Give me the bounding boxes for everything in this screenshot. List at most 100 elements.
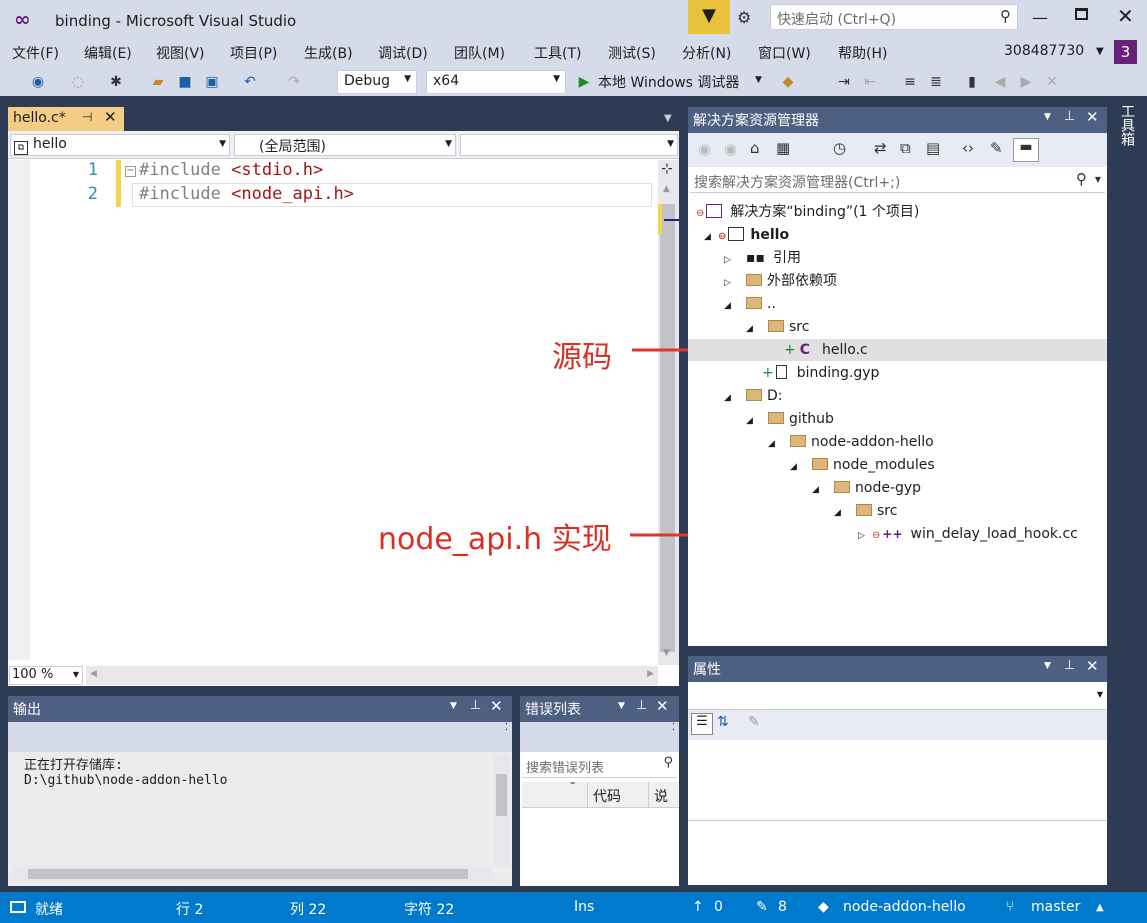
tree-addon[interactable]: ◢ node-addon-hello: [768, 431, 934, 453]
menu-debug[interactable]: 调试(D): [378, 43, 428, 63]
toolbox-side-tab[interactable]: 工具箱: [1117, 104, 1135, 146]
tree-project[interactable]: ◢ ⊖ hello: [704, 224, 789, 246]
tree-references[interactable]: ▷ ▪▪ 引用: [724, 247, 801, 269]
minimize-button[interactable]: —: [1032, 8, 1048, 27]
status-repo[interactable]: node-addon-hello: [843, 899, 966, 915]
scroll-thumb[interactable]: [660, 204, 675, 652]
scope-right-select[interactable]: ▼: [460, 134, 678, 156]
close-button[interactable]: ✕: [1117, 4, 1134, 28]
close-icon[interactable]: ✕: [1086, 657, 1099, 675]
properties-object-select[interactable]: ▼: [688, 682, 1107, 710]
attach-icon[interactable]: ◆: [778, 72, 798, 92]
close-tab-icon[interactable]: ✕: [104, 108, 117, 126]
tree-node-gyp[interactable]: ◢ node-gyp: [812, 477, 921, 499]
categorized-icon[interactable]: ☰: [691, 713, 713, 735]
forward-icon[interactable]: ◌: [68, 72, 88, 92]
collapse-all-icon[interactable]: ⧉: [900, 139, 911, 157]
error-search-input[interactable]: 搜索错误列表 ⚲: [522, 754, 677, 778]
switch-view-icon[interactable]: ▦: [776, 139, 790, 157]
split-icon[interactable]: ⊹: [661, 161, 673, 177]
quick-launch-input[interactable]: 快速启动 (Ctrl+Q) ⚲: [770, 4, 1018, 30]
preview-icon[interactable]: ▬: [1013, 138, 1039, 162]
save-icon[interactable]: ■: [175, 72, 195, 92]
menu-team[interactable]: 团队(M): [454, 43, 505, 63]
menu-window[interactable]: 窗口(W): [758, 43, 811, 63]
save-all-icon[interactable]: ▣: [202, 72, 222, 92]
scope-left-select[interactable]: ⧉ hello ▼: [10, 134, 230, 156]
output-hscroll[interactable]: [12, 866, 492, 882]
editor-tab[interactable]: hello.c* ⊣ ✕: [8, 107, 124, 131]
vertical-scrollbar[interactable]: ⊹ ▲ ▼: [658, 160, 679, 665]
chevron-down-icon[interactable]: ▼: [1044, 661, 1051, 671]
history-icon[interactable]: ◷: [833, 139, 846, 157]
scroll-up-icon[interactable]: ▲: [663, 184, 670, 194]
menu-analyze[interactable]: 分析(N): [682, 43, 731, 63]
code-line-2[interactable]: #include <node_api.h>: [132, 183, 652, 207]
close-icon[interactable]: ✕: [656, 697, 669, 715]
overflow-icon[interactable]: ⁚: [505, 722, 508, 733]
filter-icon[interactable]: ▼: [688, 0, 730, 34]
comment-icon[interactable]: ≡: [900, 72, 920, 92]
back-icon[interactable]: ◉: [28, 72, 48, 92]
property-pages-icon[interactable]: ✎: [748, 714, 760, 730]
chevron-down-icon[interactable]: ▼: [1044, 112, 1051, 122]
clear-bookmark-icon[interactable]: ✕: [1042, 72, 1062, 92]
branch-icon[interactable]: ⑂: [1006, 899, 1014, 915]
account-name[interactable]: 308487730: [1004, 43, 1084, 59]
sort-icon[interactable]: ⇅: [717, 714, 729, 730]
chevron-down-icon[interactable]: ▼: [450, 701, 457, 711]
tree-hook-cc[interactable]: ▷ ⊖ ++ win_delay_load_hook.cc: [858, 523, 1078, 545]
solution-search-input[interactable]: 搜索解决方案资源管理器(Ctrl+;) ⚲ ▼: [690, 169, 1105, 193]
menu-edit[interactable]: 编辑(E): [84, 43, 132, 63]
pin-icon[interactable]: ⊣: [82, 110, 92, 124]
tree-hello-c[interactable]: + Chello.c: [784, 339, 868, 361]
repo-icon[interactable]: ◆: [818, 899, 829, 915]
redo-icon[interactable]: ↷: [284, 72, 304, 92]
scroll-right-icon[interactable]: ▶: [647, 669, 654, 679]
config-select[interactable]: Debug ▼: [337, 70, 417, 94]
col-code[interactable]: 代码: [587, 782, 626, 808]
platform-select[interactable]: x64 ▼: [426, 70, 566, 94]
step-icon[interactable]: ⇥: [834, 72, 854, 92]
chevron-down-icon[interactable]: ▼: [618, 701, 625, 711]
home-icon[interactable]: ⌂: [750, 139, 760, 157]
maximize-button[interactable]: [1075, 8, 1088, 20]
menu-file[interactable]: 文件(F): [12, 43, 59, 63]
status-changes[interactable]: 8: [778, 899, 787, 915]
horizontal-scrollbar[interactable]: ◀ ▶: [86, 666, 658, 685]
tree-dotdot[interactable]: ◢..: [724, 293, 776, 315]
col-description[interactable]: 说明: [648, 782, 679, 808]
menu-test[interactable]: 测试(S): [608, 43, 656, 63]
scroll-thumb[interactable]: [28, 869, 468, 879]
play-icon[interactable]: ▶: [574, 72, 594, 92]
back-icon[interactable]: ◉: [698, 140, 711, 158]
run-debugger-button[interactable]: 本地 Windows 调试器: [598, 72, 739, 92]
next-bookmark-icon[interactable]: ▶: [1016, 72, 1036, 92]
output-window-icon[interactable]: [10, 901, 26, 913]
close-icon[interactable]: ✕: [1086, 108, 1099, 126]
scroll-left-icon[interactable]: ◀: [90, 669, 97, 679]
tree-src[interactable]: ◢ src: [746, 316, 809, 338]
sync-icon[interactable]: ⇄: [874, 139, 887, 157]
show-all-icon[interactable]: ▤: [926, 139, 940, 157]
pin-icon[interactable]: ⊥: [1064, 109, 1075, 124]
sort-icon[interactable]: ⁼: [570, 780, 575, 791]
branch-dropdown-icon[interactable]: ▲: [1096, 902, 1104, 913]
tree-solution[interactable]: ⊖ 解决方案“binding”(1 个项目): [696, 201, 919, 223]
scroll-thumb[interactable]: [496, 774, 507, 816]
scope-mid-select[interactable]: (全局范围) ▼: [234, 134, 456, 156]
status-branch[interactable]: master: [1031, 899, 1080, 915]
tree-d-drive[interactable]: ◢ D:: [724, 385, 783, 407]
menu-tools[interactable]: 工具(T): [534, 43, 581, 63]
menu-help[interactable]: 帮助(H): [838, 43, 887, 63]
new-project-icon[interactable]: ✱: [106, 72, 126, 92]
chevron-down-icon[interactable]: ▼: [755, 75, 762, 85]
prev-bookmark-icon[interactable]: ◀: [990, 72, 1010, 92]
zoom-select[interactable]: 100 % ▼: [9, 666, 83, 685]
collapse-icon[interactable]: −: [125, 166, 136, 177]
uncomment-icon[interactable]: ≣: [926, 72, 946, 92]
status-unpushed[interactable]: 0: [714, 899, 723, 915]
output-vscroll[interactable]: [494, 754, 510, 866]
tree-src-2[interactable]: ◢ src: [834, 500, 897, 522]
pin-icon[interactable]: ⊥: [470, 698, 481, 713]
